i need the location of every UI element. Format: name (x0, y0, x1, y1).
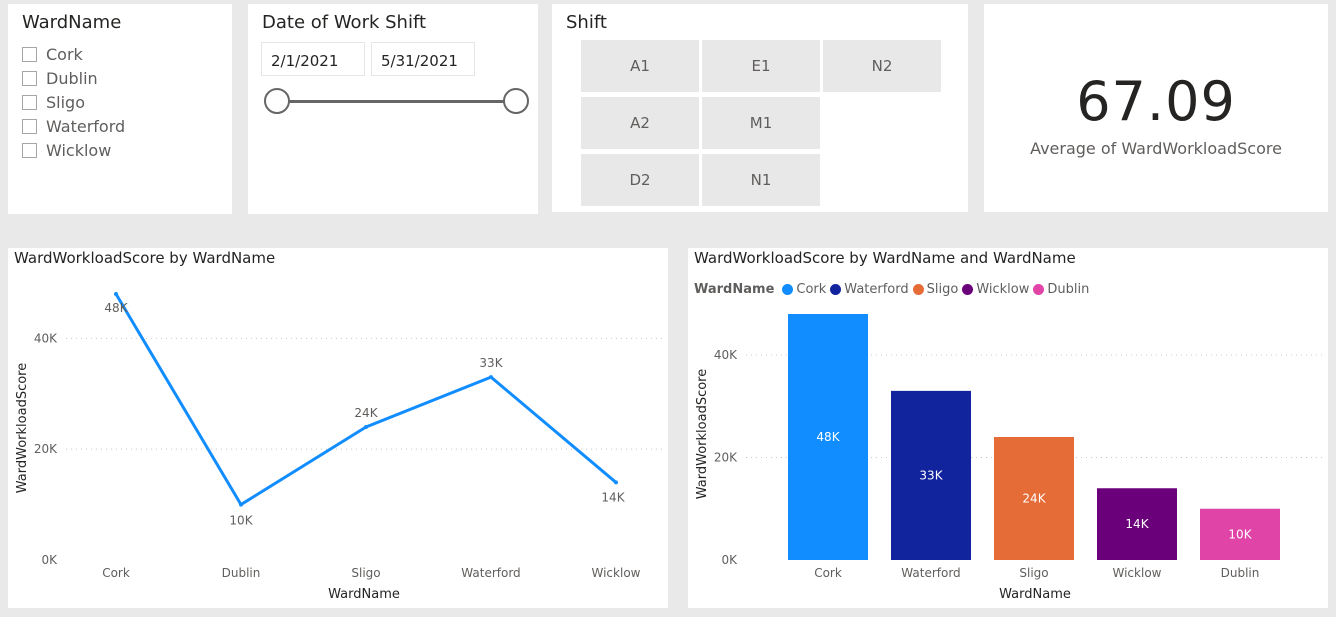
date-range-track[interactable] (278, 100, 516, 103)
shift-slicer-title: Shift (566, 12, 607, 33)
data-label: 10K (229, 514, 253, 528)
shift-tile-n2[interactable]: N2 (823, 40, 941, 92)
y-tick-label: 20K (714, 451, 738, 465)
data-point[interactable] (114, 292, 118, 296)
ward-label: Dublin (46, 68, 98, 88)
wardname-slicer: WardName Cork Dublin Sligo Waterford Wic… (8, 4, 232, 214)
y-axis-title: WardWorkloadScore (695, 369, 710, 499)
y-tick-label: 40K (34, 331, 58, 345)
wardname-list: Cork Dublin Sligo Waterford Wicklow (22, 42, 125, 162)
x-tick-label: Cork (102, 566, 130, 580)
ward-label: Waterford (46, 116, 126, 136)
ward-item-waterford[interactable]: Waterford (22, 114, 125, 138)
x-tick-label: Sligo (1019, 566, 1048, 580)
checkbox[interactable] (22, 142, 37, 158)
y-tick-label: 0K (41, 553, 58, 567)
shift-tile-m1[interactable]: M1 (702, 97, 820, 149)
x-tick-label: Sligo (351, 566, 380, 580)
checkbox[interactable] (22, 46, 37, 62)
shift-tile-a1[interactable]: A1 (581, 40, 699, 92)
ward-label: Sligo (46, 92, 85, 112)
y-tick-label: 20K (34, 442, 58, 456)
data-point[interactable] (239, 502, 243, 507)
data-label: 14K (601, 490, 625, 504)
data-label: 33K (479, 356, 503, 370)
x-tick-label: Wicklow (1113, 566, 1162, 580)
date-slicer: Date of Work Shift 2/1/2021 5/31/2021 (248, 4, 538, 214)
end-date-input[interactable]: 5/31/2021 (371, 42, 475, 76)
checkbox[interactable] (22, 94, 37, 110)
start-date-handle[interactable] (264, 88, 290, 114)
ward-item-wicklow[interactable]: Wicklow (22, 138, 125, 162)
data-label: 14K (1125, 517, 1149, 531)
shift-tile-a2[interactable]: A2 (581, 97, 699, 149)
series-line[interactable] (114, 293, 617, 507)
x-tick-label: Waterford (461, 566, 520, 580)
average-score-card: 67.09 Average of WardWorkloadScore (984, 4, 1328, 212)
x-tick-label: Wicklow (592, 566, 641, 580)
y-axis-title: WardWorkloadScore (15, 363, 30, 493)
data-label: 48K (104, 301, 128, 315)
ward-item-dublin[interactable]: Dublin (22, 66, 125, 90)
shift-tile-n1[interactable]: N1 (702, 154, 820, 206)
bar-chart[interactable]: 0K 20K 40K 48K Cork 33K Waterford 24K Sligo 14K Wi… (688, 248, 1328, 608)
x-tick-label: Dublin (1221, 566, 1260, 580)
x-axis-title: WardName (328, 587, 400, 602)
ward-label: Cork (46, 44, 83, 64)
y-tick-label: 40K (714, 348, 738, 362)
data-point[interactable] (364, 425, 368, 429)
kpi-label: Average of WardWorkloadScore (1030, 139, 1282, 158)
start-date-input[interactable]: 2/1/2021 (261, 42, 365, 76)
checkbox[interactable] (22, 70, 37, 86)
data-point[interactable] (614, 480, 618, 485)
data-point[interactable] (489, 375, 493, 380)
shift-tile-d2[interactable]: D2 (581, 154, 699, 206)
shift-slicer: Shift A1 E1 N2 A2 M1 D2 N1 (552, 4, 968, 212)
date-slicer-title: Date of Work Shift (262, 12, 427, 33)
checkbox[interactable] (22, 118, 37, 134)
wardname-slicer-title: WardName (22, 12, 122, 33)
data-label: 24K (1022, 492, 1046, 506)
end-date-handle[interactable] (503, 88, 529, 114)
shift-tile-e1[interactable]: E1 (702, 40, 820, 92)
ward-item-sligo[interactable]: Sligo (22, 90, 125, 114)
data-label: 24K (354, 406, 378, 420)
data-label: 48K (816, 430, 840, 444)
kpi-value: 67.09 (1076, 70, 1236, 133)
x-axis-title: WardName (999, 587, 1071, 602)
ward-item-cork[interactable]: Cork (22, 42, 125, 66)
ward-label: Wicklow (46, 140, 112, 160)
line-chart-card[interactable]: WardWorkloadScore by WardName 0K 20K 40K 48… (8, 248, 668, 608)
data-label: 10K (1228, 527, 1252, 541)
data-label: 33K (919, 468, 943, 482)
x-tick-label: Dublin (222, 566, 261, 580)
bar-chart-card[interactable]: WardWorkloadScore by WardName and WardNa… (688, 248, 1328, 608)
x-tick-label: Waterford (901, 566, 960, 580)
x-tick-label: Cork (814, 566, 842, 580)
y-tick-label: 0K (721, 553, 738, 567)
line-chart[interactable]: 0K 20K 40K 48K Cork 10K Dublin 24K Sligo 33K Water… (8, 248, 668, 608)
